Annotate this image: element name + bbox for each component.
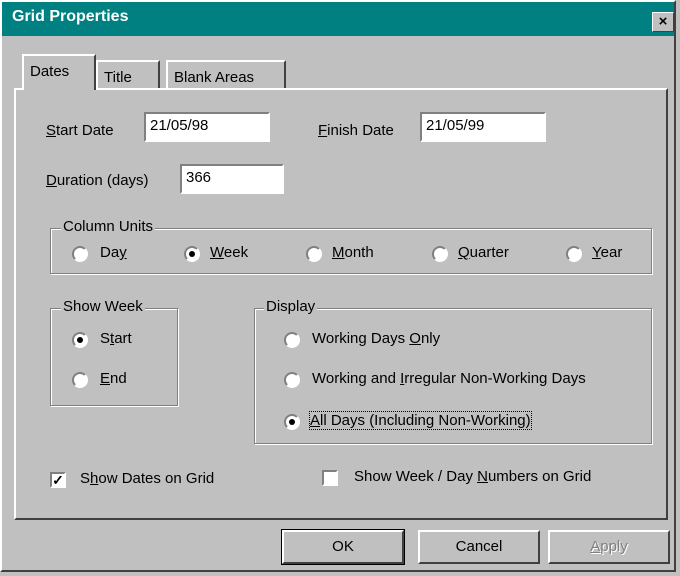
tab-dates-label: Dates (30, 63, 70, 80)
close-button[interactable]: × (652, 12, 674, 32)
radio-button[interactable] (566, 246, 582, 262)
finish-date-input[interactable]: 21/05/99 (420, 112, 546, 142)
active-tab-join (24, 88, 94, 91)
title-bar[interactable]: Grid Properties (2, 2, 674, 36)
radio-button[interactable] (306, 246, 322, 262)
radio-button[interactable] (72, 332, 88, 348)
radio-button[interactable] (284, 332, 300, 348)
duration-label: Duration (days) (46, 172, 149, 189)
start-date-input[interactable]: 21/05/98 (144, 112, 270, 142)
apply-button[interactable]: Apply (548, 530, 670, 564)
start-date-label: Start Date (46, 122, 114, 139)
radio-button[interactable] (284, 414, 300, 430)
tab-blank-areas[interactable]: Blank Areas (166, 60, 286, 90)
tab-title[interactable]: Title (96, 60, 160, 90)
close-icon: × (658, 13, 668, 30)
display-legend: Display (264, 298, 318, 315)
checkbox-box[interactable]: ✓ (50, 472, 66, 488)
column-units-legend: Column Units (61, 218, 156, 235)
show-week-group (50, 308, 178, 406)
checkbox-box[interactable] (322, 470, 338, 486)
radio-button[interactable] (432, 246, 448, 262)
radio-button[interactable] (72, 372, 88, 388)
radio-button[interactable] (184, 246, 200, 262)
cancel-button[interactable]: Cancel (418, 530, 540, 564)
ok-button[interactable]: OK (281, 529, 405, 565)
window-title: Grid Properties (12, 8, 129, 25)
radio-button[interactable] (72, 246, 88, 262)
tab-dates[interactable]: Dates (22, 54, 96, 90)
tab-blank-areas-label: Blank Areas (174, 69, 255, 86)
radio-button[interactable] (284, 372, 300, 388)
show-week-legend: Show Week (61, 298, 145, 315)
tab-title-label: Title (104, 69, 132, 86)
finish-date-label: Finish Date (318, 122, 394, 139)
duration-input[interactable]: 366 (180, 164, 284, 194)
